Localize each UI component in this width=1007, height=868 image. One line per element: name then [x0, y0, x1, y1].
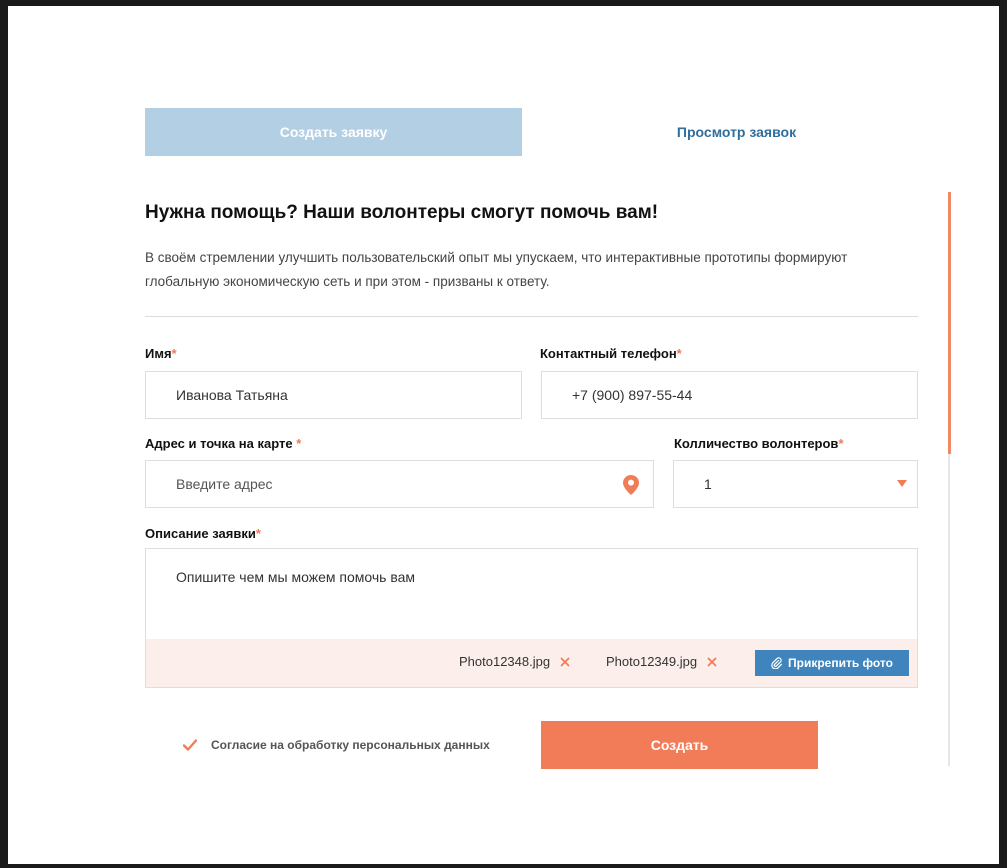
tab-create-label: Создать заявку: [279, 124, 388, 140]
submit-label: Создать: [650, 737, 709, 753]
divider: [145, 316, 918, 317]
phone-label: Контактный телефон*: [540, 346, 682, 361]
name-label-text: Имя: [145, 346, 172, 361]
required-mark: *: [296, 436, 302, 451]
phone-label-text: Контактный телефон: [540, 346, 677, 361]
description-textarea[interactable]: Опишите чем мы можем помочь вам Photo123…: [145, 548, 918, 688]
remove-attachment-icon[interactable]: [560, 656, 570, 667]
form-heading: Нужна помощь? Наши волонтеры смогут помо…: [145, 202, 659, 223]
tab-create-request[interactable]: Создать заявку: [145, 108, 522, 156]
phone-input[interactable]: +7 (900) 897-55-44: [541, 371, 918, 419]
required-mark: *: [838, 436, 844, 451]
description-label-text: Описание заявки: [145, 526, 256, 541]
required-mark: *: [171, 346, 177, 361]
map-pin-icon[interactable]: [623, 475, 639, 495]
volunteers-label-text: Колличество волонтеров: [674, 436, 839, 451]
form-description: В своём стремлении улучшить пользователь…: [145, 250, 848, 289]
attachment-name: Photo12348.jpg: [459, 654, 551, 669]
consent-label: Согласие на обработку персональных данны…: [211, 738, 490, 752]
attachment-item: Photo12349.jpg: [606, 654, 717, 669]
phone-value: +7 (900) 897-55-44: [572, 387, 693, 403]
address-placeholder: Введите адрес: [176, 476, 273, 492]
volunteers-label: Колличество волонтеров*: [674, 436, 844, 451]
attachment-item: Photo12348.jpg: [459, 654, 570, 669]
volunteers-select[interactable]: 1: [673, 460, 918, 508]
name-input[interactable]: Иванова Татьяна: [145, 371, 522, 419]
checkmark-icon: [183, 739, 197, 751]
name-value: Иванова Татьяна: [176, 387, 288, 403]
paperclip-icon: [771, 657, 783, 669]
required-mark: *: [676, 346, 682, 361]
scrollbar-thumb[interactable]: [948, 192, 951, 454]
name-label: Имя*: [145, 346, 177, 361]
volunteers-value: 1: [704, 476, 712, 492]
description-placeholder: Опишите чем мы можем помочь вам: [176, 569, 416, 585]
address-label: Адрес и точка на карте *: [145, 436, 301, 451]
attach-photo-label: Прикрепить фото: [788, 656, 893, 670]
submit-button[interactable]: Создать: [541, 721, 818, 769]
description-label: Описание заявки*: [145, 526, 261, 541]
tab-view-requests[interactable]: Просмотр заявок: [548, 108, 925, 156]
consent-checkbox[interactable]: Согласие на обработку персональных данны…: [183, 738, 490, 752]
address-input[interactable]: Введите адрес: [145, 460, 654, 508]
app-window: Создать заявку Просмотр заявок Нужна пом…: [8, 6, 999, 864]
attachment-name: Photo12349.jpg: [606, 654, 698, 669]
chevron-down-icon: [897, 480, 907, 487]
address-label-text: Адрес и точка на карте: [145, 436, 293, 451]
remove-attachment-icon[interactable]: [707, 656, 717, 667]
attachments-bar: Photo12348.jpg Photo12349.jpg Прикрепить…: [146, 639, 917, 687]
tab-view-label: Просмотр заявок: [676, 124, 797, 140]
attach-photo-button[interactable]: Прикрепить фото: [755, 650, 909, 676]
required-mark: *: [255, 526, 261, 541]
